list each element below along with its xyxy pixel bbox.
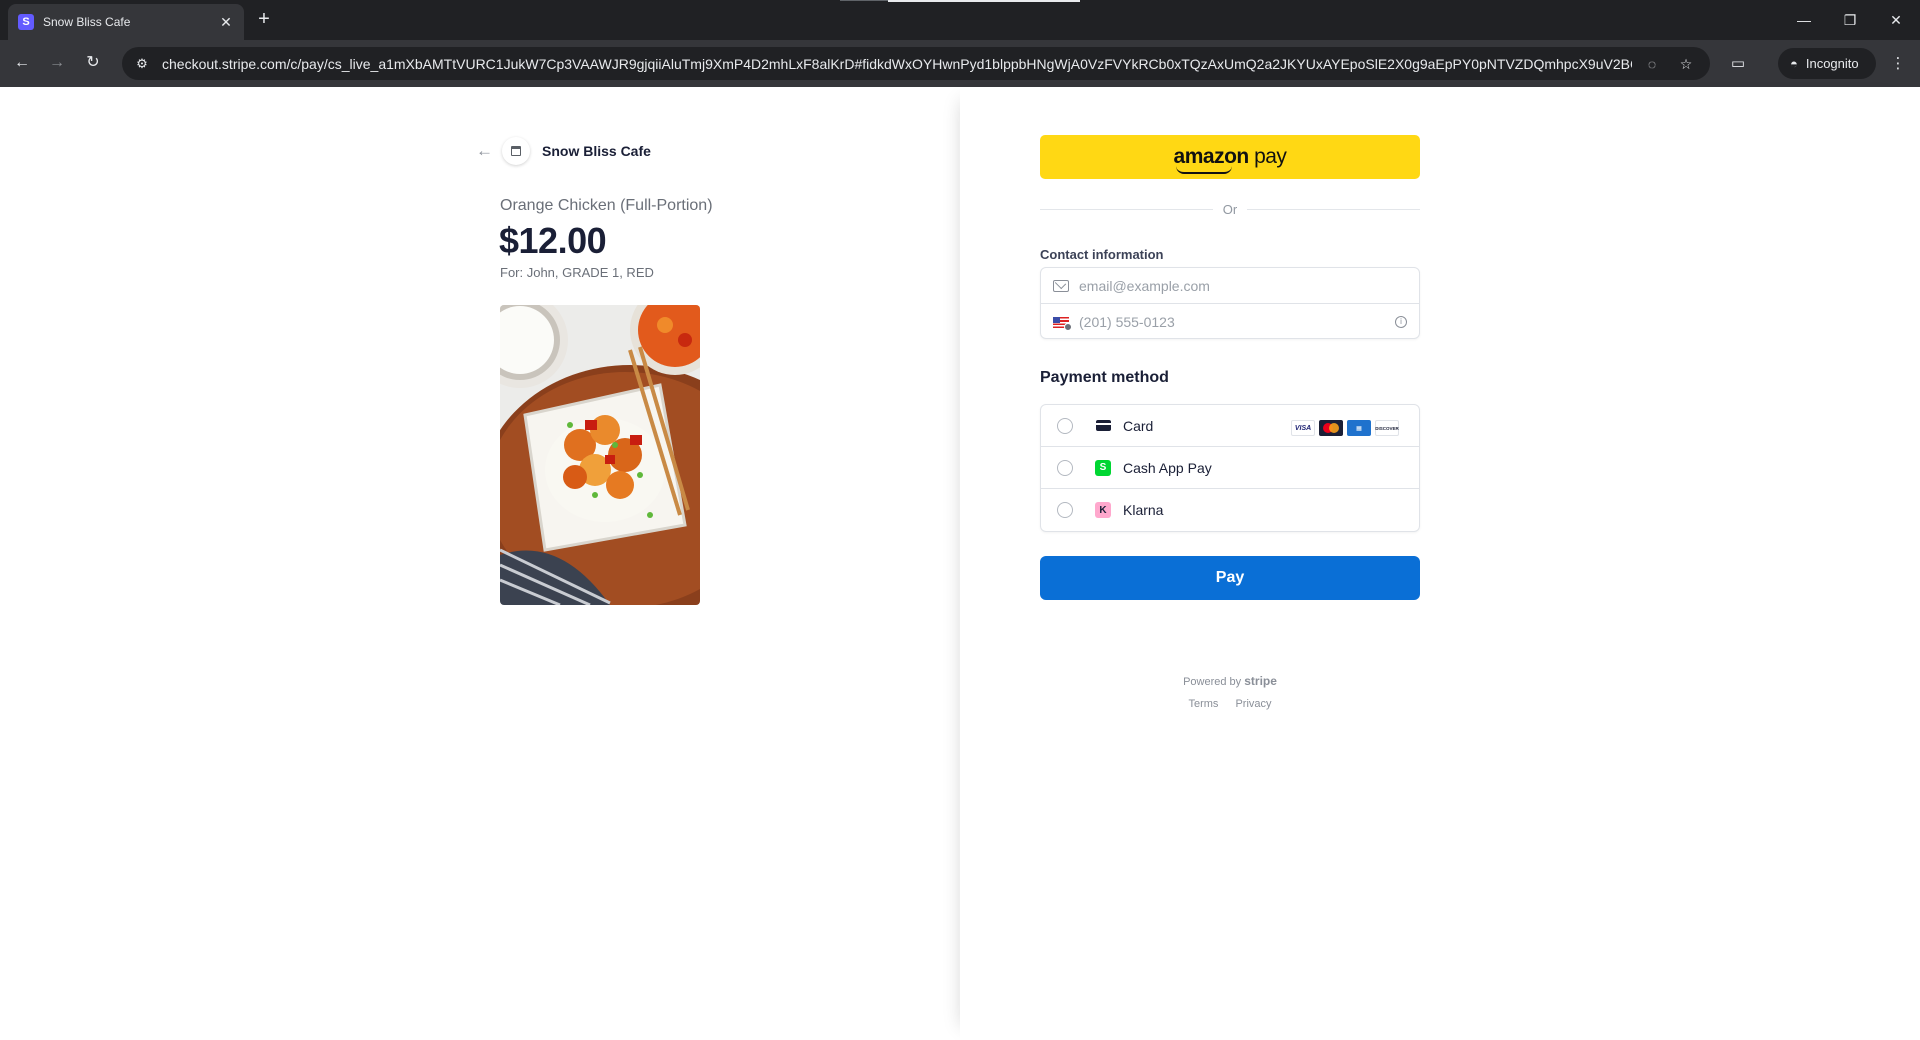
visa-icon: VISA xyxy=(1291,420,1315,436)
payment-option-label: Cash App Pay xyxy=(1123,459,1212,476)
amazon-smile-icon xyxy=(1175,166,1232,174)
payment-option-cash-app[interactable]: S Cash App Pay xyxy=(1041,447,1419,489)
forward-arrow-icon[interactable]: → xyxy=(44,50,70,76)
powered-by-stripe[interactable]: Powered by stripe xyxy=(1040,674,1420,688)
pay-button[interactable]: Pay xyxy=(1040,556,1420,600)
card-radio[interactable] xyxy=(1057,417,1073,434)
amazon-pay-word: pay xyxy=(1254,145,1287,168)
reload-icon[interactable]: ↻ xyxy=(80,50,106,76)
site-info-icon[interactable]: ⚙ xyxy=(132,54,152,74)
divider-line xyxy=(1247,208,1421,210)
terms-link[interactable]: Terms xyxy=(1188,698,1218,710)
order-summary-pane: ← Snow Bliss Cafe Orange Chicken (Full-P… xyxy=(0,87,960,1040)
payment-option-klarna[interactable]: K Klarna xyxy=(1041,489,1419,531)
payment-method-title: Payment method xyxy=(1040,369,1169,386)
cash-app-radio[interactable] xyxy=(1057,459,1073,476)
card-brand-logos: VISA ▦ DISCOVER xyxy=(1287,420,1399,436)
us-flag-icon[interactable] xyxy=(1053,316,1072,331)
merchant-header[interactable]: ← Snow Bliss Cafe xyxy=(476,137,651,165)
checkout-page: ← Snow Bliss Cafe Orange Chicken (Full-P… xyxy=(0,87,1920,1040)
incognito-badge[interactable]: ◓ Incognito xyxy=(1778,48,1876,79)
close-window-icon[interactable]: ✕ xyxy=(1884,8,1908,32)
browser-tab-active[interactable]: S Snow Bliss Cafe ✕ xyxy=(8,4,244,40)
payment-option-card[interactable]: Card VISA ▦ DISCOVER xyxy=(1041,405,1419,447)
amex-icon: ▦ xyxy=(1347,420,1371,436)
address-bar[interactable]: ⚙ checkout.stripe.com/c/pay/cs_live_a1mX… xyxy=(122,47,1710,80)
eye-slash-icon[interactable]: ◌ xyxy=(1638,53,1666,75)
cash-app-icon: S xyxy=(1095,459,1111,476)
payment-pane: amazon pay Or Contact information i Paym… xyxy=(960,87,1920,1040)
minimize-icon[interactable]: — xyxy=(1792,8,1816,32)
email-row xyxy=(1041,268,1419,304)
tab-close-icon[interactable]: ✕ xyxy=(218,14,234,31)
payment-method-list: Card VISA ▦ DISCOVER S Cash App Pay K Kl… xyxy=(1040,404,1420,532)
payment-option-label: Klarna xyxy=(1123,502,1164,518)
discover-icon: DISCOVER xyxy=(1375,420,1399,436)
incognito-label: Incognito xyxy=(1805,56,1859,71)
merchant-name: Snow Bliss Cafe xyxy=(542,143,651,159)
product-recipient: For: John, GRADE 1, RED xyxy=(500,265,654,280)
phone-field[interactable] xyxy=(1079,314,1395,330)
credit-card-icon xyxy=(1095,417,1111,434)
mastercard-icon xyxy=(1319,420,1343,436)
powered-by-text: Powered by xyxy=(1183,676,1242,688)
contact-info-fields: i xyxy=(1040,267,1420,339)
or-divider: Or xyxy=(1040,201,1421,217)
phone-row: i xyxy=(1041,304,1419,340)
browser-toolbar: ← → ↻ ⚙ checkout.stripe.com/c/pay/cs_liv… xyxy=(0,40,1920,87)
privacy-link[interactable]: Privacy xyxy=(1235,698,1271,710)
stripe-favicon-icon: S xyxy=(18,14,34,30)
kebab-menu-icon[interactable]: ⋮ xyxy=(1886,52,1910,76)
klarna-radio[interactable] xyxy=(1057,502,1073,518)
new-tab-plus-icon[interactable]: + xyxy=(252,8,276,32)
merchant-logo xyxy=(502,137,530,165)
footer-links: Terms Privacy xyxy=(1040,698,1420,710)
incognito-icon: ◓ xyxy=(1790,56,1798,71)
restore-window-icon[interactable]: ❐ xyxy=(1838,8,1862,32)
back-arrow-icon[interactable]: ← xyxy=(9,50,35,76)
tab-search-icon[interactable]: ▭ xyxy=(1726,52,1750,76)
klarna-icon: K xyxy=(1095,502,1111,518)
product-image xyxy=(500,305,700,605)
tab-strip-accent xyxy=(840,0,888,1)
email-field[interactable] xyxy=(1079,277,1407,294)
mail-icon xyxy=(1053,279,1069,292)
bookmark-star-icon[interactable]: ☆ xyxy=(1672,53,1700,75)
back-arrow-icon[interactable]: ← xyxy=(476,141,496,161)
store-icon xyxy=(511,146,521,156)
product-name: Orange Chicken (Full-Portion) xyxy=(500,197,713,214)
tab-title: Snow Bliss Cafe xyxy=(43,15,131,29)
browser-tab-strip: S Snow Bliss Cafe ✕ + — ❐ ✕ xyxy=(0,0,1920,40)
url-text[interactable]: checkout.stripe.com/c/pay/cs_live_a1mXbA… xyxy=(162,56,1632,72)
product-price: $12.00 xyxy=(499,220,607,261)
contact-info-label: Contact information xyxy=(1040,247,1164,262)
payment-option-label: Card xyxy=(1123,417,1154,434)
info-icon[interactable]: i xyxy=(1395,316,1407,328)
amazon-pay-logo: amazon pay xyxy=(1173,145,1287,174)
tab-strip-highlight xyxy=(888,0,1080,2)
divider-line xyxy=(1040,208,1213,210)
amazon-word: amazon xyxy=(1173,145,1250,168)
or-label: Or xyxy=(1222,201,1238,217)
amazon-pay-button[interactable]: amazon pay xyxy=(1040,135,1420,179)
stripe-logo: stripe xyxy=(1244,674,1277,688)
